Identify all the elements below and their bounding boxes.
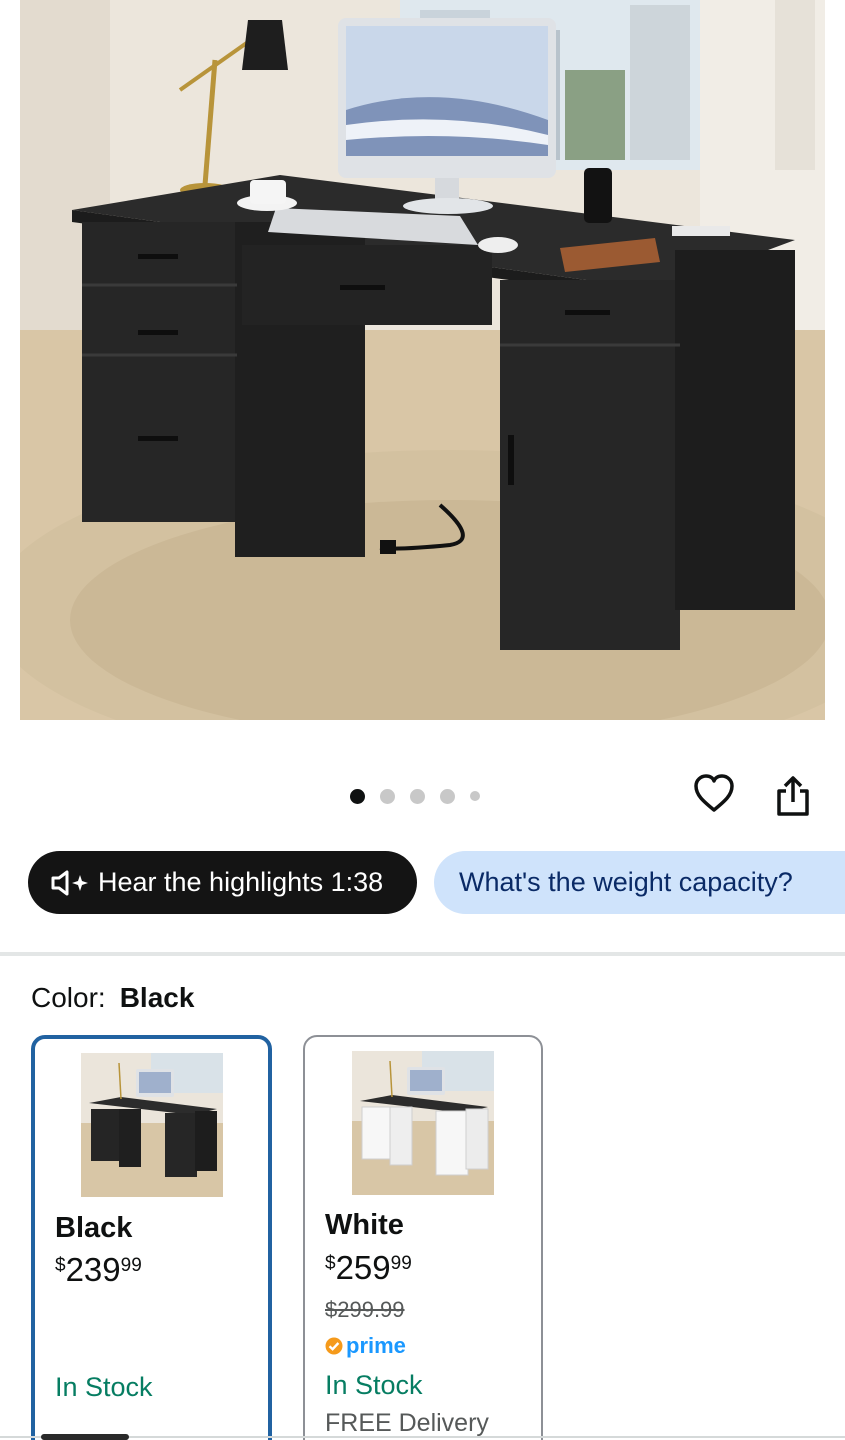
color-label: Color: [31, 982, 106, 1013]
price-whole: 239 [65, 1251, 121, 1288]
image-pagination [350, 787, 480, 805]
color-option-white[interactable]: White $259 99 $299.99 prime In Stock FREE… [303, 1035, 543, 1440]
stock-status: In Stock [325, 1370, 423, 1400]
thumbnail-white-desk [352, 1051, 494, 1195]
speaker-sparkle-icon [50, 870, 90, 896]
selected-color-value: Black [119, 982, 195, 1013]
price-cents: 99 [120, 1255, 142, 1276]
section-divider [0, 952, 845, 956]
pagination-dot-active[interactable] [350, 788, 365, 804]
option-price: $259 99 [325, 1249, 412, 1287]
color-label-row: Color: Black [31, 982, 194, 1014]
prime-label: prime [346, 1333, 406, 1358]
color-option-black[interactable]: Black $239 99 In Stock [31, 1035, 272, 1440]
price-symbol: $ [325, 1253, 336, 1274]
add-to-list-button[interactable] [690, 770, 738, 818]
stock-status: In Stock [55, 1372, 153, 1402]
hear-highlights-label: Hear the highlights 1:38 [98, 867, 384, 897]
share-button[interactable] [769, 772, 817, 820]
pagination-dot[interactable] [410, 788, 425, 804]
question-chip[interactable]: What's the weight capacity? [434, 851, 845, 914]
option-name: Black [55, 1212, 133, 1244]
option-price: $239 99 [55, 1251, 142, 1289]
option-name: White [325, 1209, 404, 1241]
product-main-image[interactable] [20, 0, 825, 720]
pagination-dot[interactable] [470, 791, 480, 801]
desk-photo [20, 0, 825, 720]
share-icon [777, 776, 809, 816]
pagination-dot[interactable] [440, 788, 455, 804]
list-price: $299.99 [325, 1297, 405, 1322]
scroll-indicator [41, 1434, 129, 1440]
price-symbol: $ [55, 1255, 66, 1276]
thumbnail-black-desk [81, 1053, 223, 1197]
price-cents: 99 [390, 1253, 412, 1274]
pagination-dot[interactable] [380, 788, 395, 804]
price-whole: 259 [335, 1249, 391, 1286]
delivery-info: FREE Delivery [325, 1409, 489, 1437]
question-chip-label: What's the weight capacity? [459, 867, 793, 897]
prime-check-icon [325, 1337, 343, 1355]
heart-icon [694, 774, 734, 812]
prime-badge: prime [325, 1333, 406, 1359]
hear-highlights-button[interactable]: Hear the highlights 1:38 [28, 851, 417, 914]
